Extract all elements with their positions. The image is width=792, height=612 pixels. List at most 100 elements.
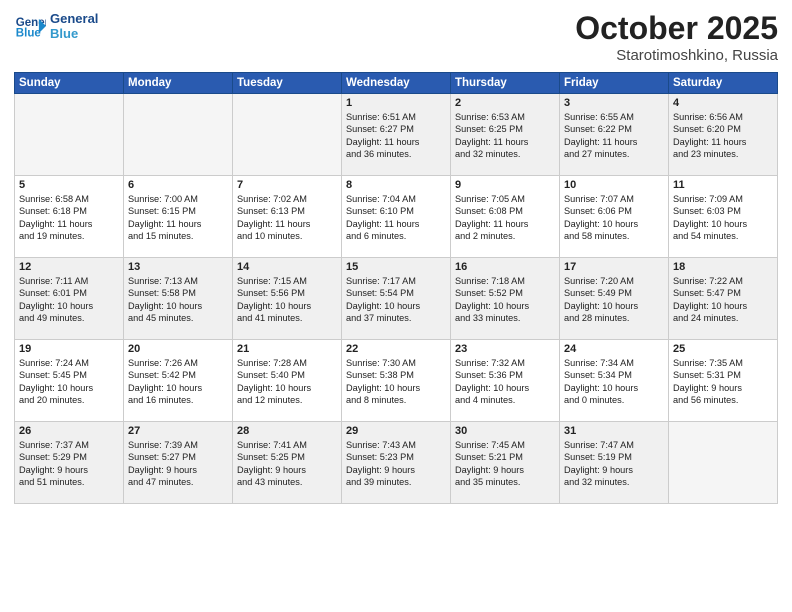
svg-text:Blue: Blue xyxy=(16,28,42,40)
day-number: 30 xyxy=(455,425,555,437)
calendar-cell xyxy=(233,94,342,176)
weekday-header: Saturday xyxy=(669,73,778,94)
day-info: Sunrise: 7:00 AMSunset: 6:15 PMDaylight:… xyxy=(128,193,228,243)
calendar-cell: 19 Sunrise: 7:24 AMSunset: 5:45 PMDayligh… xyxy=(15,340,124,422)
calendar-cell: 16Sunrise: 7:18 AMSunset: 5:52 PMDayligh… xyxy=(451,258,560,340)
day-number: 20 xyxy=(128,343,228,355)
logo-general: General xyxy=(50,11,98,26)
calendar-cell: 14 Sunrise: 7:15 AMSunset: 5:56 PMDayligh… xyxy=(233,258,342,340)
calendar-cell: 4 Sunrise: 6:56 AMSunset: 6:20 PMDaylight… xyxy=(669,94,778,176)
calendar-cell: 5 Sunrise: 6:58 AMSunset: 6:18 PMDaylight… xyxy=(15,176,124,258)
day-info: Sunrise: 7:39 AMSunset: 5:27 PMDaylight:… xyxy=(128,439,228,489)
day-number: 15 xyxy=(346,261,446,273)
day-info: Sunrise: 7:05 AMSunset: 6:08 PMDaylight:… xyxy=(455,193,555,243)
day-info: Sunrise: 6:58 AMSunset: 6:18 PMDaylight:… xyxy=(19,193,119,243)
day-info: Sunrise: 7:04 AMSunset: 6:10 PMDaylight:… xyxy=(346,193,446,243)
day-number: 11 xyxy=(673,179,773,191)
calendar-cell: 26 Sunrise: 7:37 AMSunset: 5:29 PMDayligh… xyxy=(15,422,124,504)
day-info: Sunrise: 6:53 AMSunset: 6:25 PMDaylight:… xyxy=(455,111,555,161)
day-number: 26 xyxy=(19,425,119,437)
calendar-header-row: SundayMondayTuesdayWednesdayThursdayFrid… xyxy=(15,73,778,94)
day-number: 29 xyxy=(346,425,446,437)
day-info: Sunrise: 7:17 AMSunset: 5:54 PMDaylight:… xyxy=(346,275,446,325)
day-number: 5 xyxy=(19,179,119,191)
day-number: 13 xyxy=(128,261,228,273)
calendar-cell: 18 Sunrise: 7:22 AMSunset: 5:47 PMDayligh… xyxy=(669,258,778,340)
logo-blue: Blue xyxy=(50,26,98,41)
day-number: 17 xyxy=(564,261,664,273)
day-number: 3 xyxy=(564,97,664,109)
weekday-header: Friday xyxy=(560,73,669,94)
calendar-cell: 21 Sunrise: 7:28 AMSunset: 5:40 PMDayligh… xyxy=(233,340,342,422)
day-number: 19 xyxy=(19,343,119,355)
day-info: Sunrise: 6:55 AMSunset: 6:22 PMDaylight:… xyxy=(564,111,664,161)
title-block: October 2025 Starotimoshkino, Russia xyxy=(575,10,778,64)
day-info: Sunrise: 7:32 AMSunset: 5:36 PMDaylight:… xyxy=(455,357,555,407)
day-number: 9 xyxy=(455,179,555,191)
day-info: Sunrise: 7:24 AMSunset: 5:45 PMDaylight:… xyxy=(19,357,119,407)
calendar-week-row: 12Sunrise: 7:11 AMSunset: 6:01 PMDayligh… xyxy=(15,258,778,340)
day-number: 31 xyxy=(564,425,664,437)
calendar-table: SundayMondayTuesdayWednesdayThursdayFrid… xyxy=(14,72,778,504)
location: Starotimoshkino, Russia xyxy=(575,47,778,64)
day-info: Sunrise: 7:26 AMSunset: 5:42 PMDaylight:… xyxy=(128,357,228,407)
day-info: Sunrise: 7:15 AMSunset: 5:56 PMDaylight:… xyxy=(237,275,337,325)
day-info: Sunrise: 7:37 AMSunset: 5:29 PMDaylight:… xyxy=(19,439,119,489)
day-number: 22 xyxy=(346,343,446,355)
day-number: 27 xyxy=(128,425,228,437)
day-info: Sunrise: 7:41 AMSunset: 5:25 PMDaylight:… xyxy=(237,439,337,489)
day-info: Sunrise: 7:13 AMSunset: 5:58 PMDaylight:… xyxy=(128,275,228,325)
calendar-cell xyxy=(124,94,233,176)
day-info: Sunrise: 7:20 AMSunset: 5:49 PMDaylight:… xyxy=(564,275,664,325)
day-number: 2 xyxy=(455,97,555,109)
calendar-cell: 13 Sunrise: 7:13 AMSunset: 5:58 PMDayligh… xyxy=(124,258,233,340)
header: General Blue General Blue October 2025 S… xyxy=(14,10,778,64)
calendar-cell: 17 Sunrise: 7:20 AMSunset: 5:49 PMDayligh… xyxy=(560,258,669,340)
calendar-cell: 12Sunrise: 7:11 AMSunset: 6:01 PMDayligh… xyxy=(15,258,124,340)
day-number: 23 xyxy=(455,343,555,355)
day-info: Sunrise: 7:43 AMSunset: 5:23 PMDaylight:… xyxy=(346,439,446,489)
calendar-cell: 8 Sunrise: 7:04 AMSunset: 6:10 PMDaylight… xyxy=(342,176,451,258)
calendar-cell: 25 Sunrise: 7:35 AMSunset: 5:31 PMDayligh… xyxy=(669,340,778,422)
day-number: 12 xyxy=(19,261,119,273)
day-number: 6 xyxy=(128,179,228,191)
day-number: 14 xyxy=(237,261,337,273)
calendar-cell: 1Sunrise: 6:51 AMSunset: 6:27 PMDaylight… xyxy=(342,94,451,176)
calendar-cell: 28Sunrise: 7:41 AMSunset: 5:25 PMDayligh… xyxy=(233,422,342,504)
calendar-week-row: 19 Sunrise: 7:24 AMSunset: 5:45 PMDayligh… xyxy=(15,340,778,422)
logo: General Blue General Blue xyxy=(14,10,98,42)
weekday-header: Monday xyxy=(124,73,233,94)
day-number: 21 xyxy=(237,343,337,355)
calendar-week-row: 26 Sunrise: 7:37 AMSunset: 5:29 PMDayligh… xyxy=(15,422,778,504)
calendar-cell: 22Sunrise: 7:30 AMSunset: 5:38 PMDayligh… xyxy=(342,340,451,422)
calendar-cell: 2 Sunrise: 6:53 AMSunset: 6:25 PMDaylight… xyxy=(451,94,560,176)
day-number: 4 xyxy=(673,97,773,109)
day-info: Sunrise: 7:22 AMSunset: 5:47 PMDaylight:… xyxy=(673,275,773,325)
day-number: 7 xyxy=(237,179,337,191)
day-info: Sunrise: 7:45 AMSunset: 5:21 PMDaylight:… xyxy=(455,439,555,489)
calendar-cell: 20 Sunrise: 7:26 AMSunset: 5:42 PMDayligh… xyxy=(124,340,233,422)
calendar-cell: 27 Sunrise: 7:39 AMSunset: 5:27 PMDayligh… xyxy=(124,422,233,504)
day-info: Sunrise: 7:09 AMSunset: 6:03 PMDaylight:… xyxy=(673,193,773,243)
calendar-cell xyxy=(15,94,124,176)
day-number: 25 xyxy=(673,343,773,355)
calendar-cell: 30 Sunrise: 7:45 AMSunset: 5:21 PMDayligh… xyxy=(451,422,560,504)
calendar-cell: 23 Sunrise: 7:32 AMSunset: 5:36 PMDayligh… xyxy=(451,340,560,422)
day-info: Sunrise: 6:56 AMSunset: 6:20 PMDaylight:… xyxy=(673,111,773,161)
month-title: October 2025 xyxy=(575,10,778,47)
calendar-cell: 6 Sunrise: 7:00 AMSunset: 6:15 PMDaylight… xyxy=(124,176,233,258)
weekday-header: Tuesday xyxy=(233,73,342,94)
page: General Blue General Blue October 2025 S… xyxy=(0,0,792,612)
calendar-cell: 7Sunrise: 7:02 AMSunset: 6:13 PMDaylight… xyxy=(233,176,342,258)
calendar-cell: 3 Sunrise: 6:55 AMSunset: 6:22 PMDaylight… xyxy=(560,94,669,176)
day-number: 18 xyxy=(673,261,773,273)
weekday-header: Thursday xyxy=(451,73,560,94)
calendar-cell: 24Sunrise: 7:34 AMSunset: 5:34 PMDayligh… xyxy=(560,340,669,422)
day-info: Sunrise: 7:35 AMSunset: 5:31 PMDaylight:… xyxy=(673,357,773,407)
day-number: 8 xyxy=(346,179,446,191)
day-info: Sunrise: 7:18 AMSunset: 5:52 PMDaylight:… xyxy=(455,275,555,325)
calendar-cell: 9 Sunrise: 7:05 AMSunset: 6:08 PMDaylight… xyxy=(451,176,560,258)
logo-icon: General Blue xyxy=(14,10,46,42)
day-info: Sunrise: 7:28 AMSunset: 5:40 PMDaylight:… xyxy=(237,357,337,407)
day-number: 1 xyxy=(346,97,446,109)
